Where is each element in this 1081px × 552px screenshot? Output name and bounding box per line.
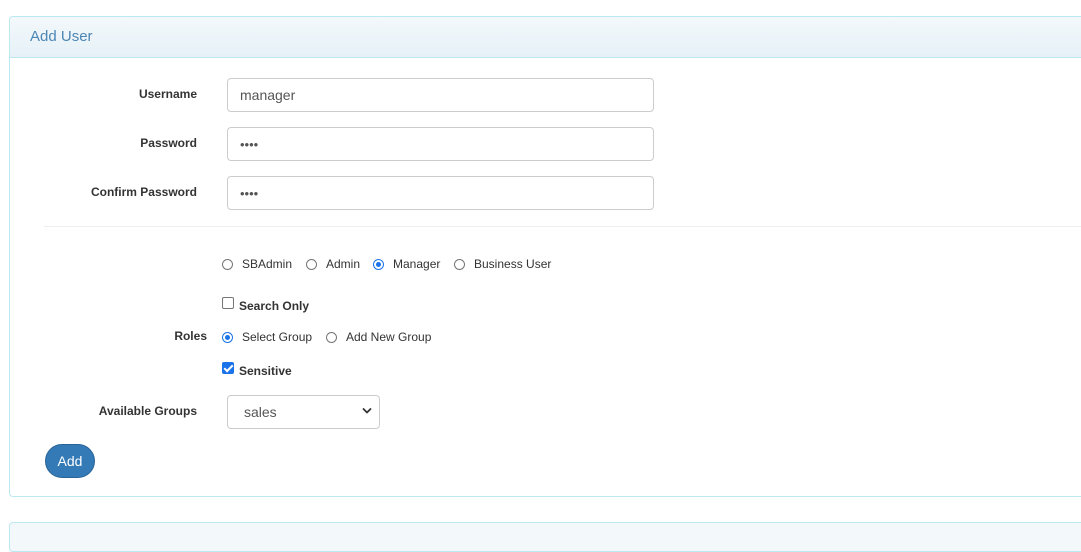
username-label: Username bbox=[138, 87, 197, 101]
available-groups-select[interactable]: sales bbox=[227, 395, 380, 429]
search-only-label: Search Only bbox=[239, 299, 310, 313]
radio-icon[interactable] bbox=[373, 259, 384, 270]
radio-label: Admin bbox=[326, 257, 361, 271]
form-divider bbox=[44, 226, 1081, 227]
panel-title: Add User bbox=[30, 28, 93, 45]
radio-label: Business User bbox=[474, 257, 552, 271]
next-panel bbox=[9, 522, 1081, 552]
available-groups-label: Available Groups bbox=[98, 404, 197, 418]
radio-icon[interactable] bbox=[222, 259, 233, 270]
radio-label: Select Group bbox=[242, 330, 313, 344]
password-label: Password bbox=[140, 136, 197, 150]
panel-heading: Add User bbox=[10, 17, 1081, 58]
checkbox-icon[interactable] bbox=[222, 362, 234, 374]
password-input[interactable] bbox=[227, 127, 654, 161]
radio-icon[interactable] bbox=[222, 332, 233, 343]
sensitive-label: Sensitive bbox=[239, 364, 292, 378]
username-input[interactable] bbox=[227, 78, 654, 112]
radio-label: Manager bbox=[393, 257, 441, 271]
select-value: sales bbox=[244, 404, 277, 420]
radio-label: Add New Group bbox=[346, 330, 432, 344]
radio-label: SBAdmin bbox=[242, 257, 293, 271]
radio-icon[interactable] bbox=[454, 259, 465, 270]
checkbox-icon[interactable] bbox=[222, 297, 234, 309]
confirm-password-label: Confirm Password bbox=[90, 185, 197, 199]
radio-icon[interactable] bbox=[326, 332, 337, 343]
roles-label: Roles bbox=[174, 329, 207, 343]
add-button[interactable]: Add bbox=[45, 444, 95, 478]
confirm-password-input[interactable] bbox=[227, 176, 654, 210]
chevron-down-icon bbox=[362, 408, 372, 414]
radio-icon[interactable] bbox=[306, 259, 317, 270]
